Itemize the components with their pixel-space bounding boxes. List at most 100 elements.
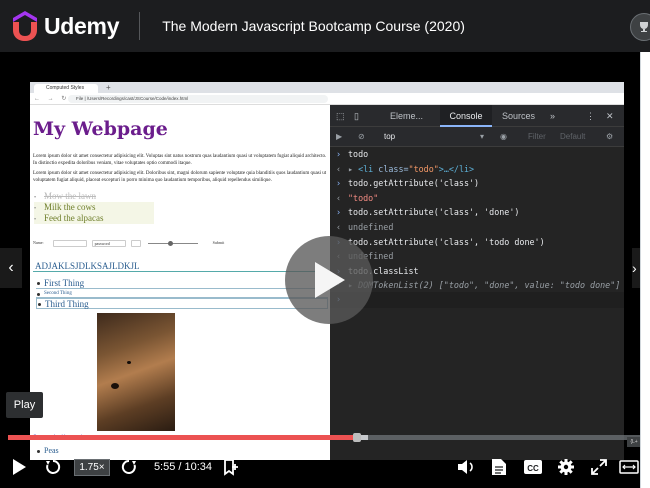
progress-played [8, 435, 358, 440]
forward-icon [121, 459, 136, 474]
rewind-button[interactable] [42, 456, 64, 478]
todo-list: • Mow the lawn • Milk the cows • Feed the a… [34, 191, 154, 224]
preview-thumbnail: {L+ [627, 437, 640, 447]
slider-knob [167, 240, 173, 246]
play-tooltip: Play [6, 392, 43, 418]
volume-button[interactable] [455, 456, 477, 478]
rewind-icon [46, 459, 61, 474]
close-icon: ✕ [606, 111, 614, 121]
webpage-heading: My Webpage [33, 118, 168, 140]
chevron-down-icon: ▾ [480, 132, 485, 141]
browser-address-bar: ← → ↻ File | /Users/Recordings/cast/JSCo… [30, 93, 624, 105]
captions-icon: CC [524, 460, 542, 474]
console-output-line: ‹ "todo" [336, 192, 379, 203]
browser-tab-bar: Computed Styles + [30, 82, 624, 93]
sidebar-edge [640, 52, 650, 488]
course-title[interactable]: The Modern Javascript Bootcamp Course (2… [162, 18, 465, 34]
device-icon: ▯ [354, 111, 359, 121]
form-field [52, 239, 87, 247]
bear-eye [127, 361, 131, 364]
levels-select: Default [560, 132, 586, 141]
chevron-left-icon: ‹ [8, 259, 14, 276]
kebab-menu-icon: ⋮ [586, 111, 595, 121]
webpage-subheading: ADJAKLSJDLKSAJLDKJL [33, 261, 329, 272]
theater-mode-button[interactable] [618, 456, 640, 478]
forward-button[interactable] [118, 456, 140, 478]
player-controls: 1.75× 5:55 / 10:34 CC [0, 448, 640, 488]
expand-icon [591, 459, 607, 475]
devtools-panel: ⬚ ▯ Eleme... Console Sources » ⋮ ✕ ▶︎ ⊘ … [330, 105, 624, 460]
console-input-line: › todo [336, 149, 369, 159]
bear-image [97, 313, 175, 431]
transcript-button[interactable] [488, 456, 510, 478]
expand-horizontal-icon [619, 460, 639, 474]
brand-name: Udemy [44, 12, 120, 39]
eye-icon: ◉ [500, 132, 507, 141]
transcript-icon [492, 459, 506, 475]
inspect-icon: ⬚ [336, 111, 345, 121]
play-icon [315, 262, 345, 298]
todo-item: • Milk the cows [34, 202, 154, 213]
todo-item: • Mow the lawn [34, 191, 96, 201]
play-icon [13, 459, 26, 475]
list-item: Third Thing [36, 298, 328, 309]
console-output-line: ‹ ▸ <li class="todo">…</li> [336, 163, 475, 174]
new-tab-icon: + [106, 83, 111, 92]
sidebar-toggle-icon: ▶︎ [336, 132, 343, 141]
clear-console-icon: ⊘ [358, 132, 365, 141]
settings-button[interactable] [555, 456, 577, 478]
volume-icon [458, 460, 473, 474]
browser-tab: Computed Styles [34, 84, 98, 93]
udemy-u-icon [13, 11, 37, 41]
time-display: 5:55 / 10:34 [153, 461, 213, 473]
console-output: › todo ‹ ▸ <li class="todo">…</li> › todo.g… [330, 147, 624, 460]
bookmark-add-icon [224, 459, 238, 476]
webpage-paragraph: Lorem ipsum dolor sit amet consectetur a… [33, 154, 327, 166]
more-tabs-icon: » [550, 111, 556, 121]
progress-bar[interactable] [8, 433, 640, 442]
next-lecture-button[interactable]: › [632, 248, 640, 288]
video-player[interactable]: Computed Styles + ← → ↻ File | /Users/Re… [0, 52, 640, 488]
todo-item: • Feed the alpacas [34, 213, 154, 224]
console-input-line: ›todo.classList [336, 265, 419, 276]
console-input-line: ›todo.setAttribute('class', 'todo done') [336, 236, 545, 247]
divider [139, 12, 141, 40]
console-input-line: › todo.getAttribute('class') [336, 178, 480, 189]
chevron-right-icon: › [632, 260, 637, 276]
console-input-line: › todo.setAttribute('class', 'done') [336, 207, 520, 218]
previous-lecture-button[interactable]: ‹ [0, 248, 22, 288]
console-prompt: › [330, 292, 624, 309]
top-bar: Udemy The Modern Javascript Bootcamp Cou… [0, 0, 650, 52]
browser-nav-icons: ← → ↻ [34, 96, 70, 102]
gear-icon: ⚙ [606, 132, 614, 141]
form-submit: Submit [212, 240, 225, 245]
devtools-tabs: ⬚ ▯ Eleme... Console Sources » ⋮ ✕ [330, 105, 624, 127]
form-field [130, 239, 141, 247]
browser-tab-title: Computed Styles [46, 85, 85, 91]
fullscreen-button[interactable] [588, 456, 610, 478]
webpage-paragraph: Lorem ipsum dolor sit amet consectetur a… [33, 171, 327, 183]
progress-handle[interactable] [353, 433, 362, 442]
tab-elements: Eleme... [390, 111, 424, 121]
browser-url: File | /Users/Recordings/cast/JSCourse/C… [68, 95, 328, 103]
tab-sources: Sources [502, 111, 536, 121]
bear-nose [111, 383, 119, 389]
range-slider [147, 240, 198, 246]
playback-speed-button[interactable]: 1.75× [74, 459, 110, 476]
console-toolbar: ▶︎ ⊘ top ▾ ◉ Filter Default ⚙ [330, 127, 624, 147]
webpage-form: Name: password Submit [33, 237, 330, 249]
add-bookmark-button[interactable] [220, 456, 242, 478]
captions-button[interactable]: CC [521, 456, 545, 478]
udemy-logo[interactable]: Udemy [12, 11, 120, 41]
console-output-line: ‹▸ DOMTokenList(2) ["todo", "done", valu… [336, 278, 621, 291]
gear-icon [558, 459, 574, 475]
svg-text:CC: CC [527, 464, 539, 473]
list-item: Second Thing [36, 289, 328, 298]
password-field: password [91, 239, 126, 247]
console-output-line: ‹undefined [336, 251, 394, 262]
trophy-icon[interactable] [630, 13, 650, 41]
console-output-line: ‹undefined [336, 221, 394, 232]
big-play-button[interactable] [285, 236, 373, 324]
play-button[interactable] [8, 456, 30, 478]
tab-console: Console [440, 105, 492, 127]
